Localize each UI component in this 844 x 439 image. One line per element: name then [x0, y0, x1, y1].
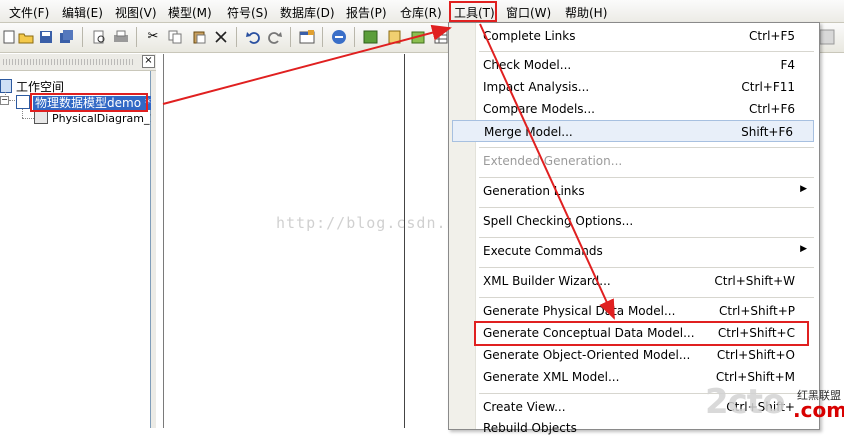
- logo-2cto: 2cto: [705, 382, 785, 422]
- annotation-arrows: [162, 23, 615, 320]
- annotation-arrow-to-tools: [162, 24, 452, 105]
- annotation-arrow-to-generate-cdm: [479, 23, 615, 320]
- site-logo: 2cto 红黑联盟 .com: [705, 380, 844, 428]
- logo-com: .com: [793, 398, 844, 422]
